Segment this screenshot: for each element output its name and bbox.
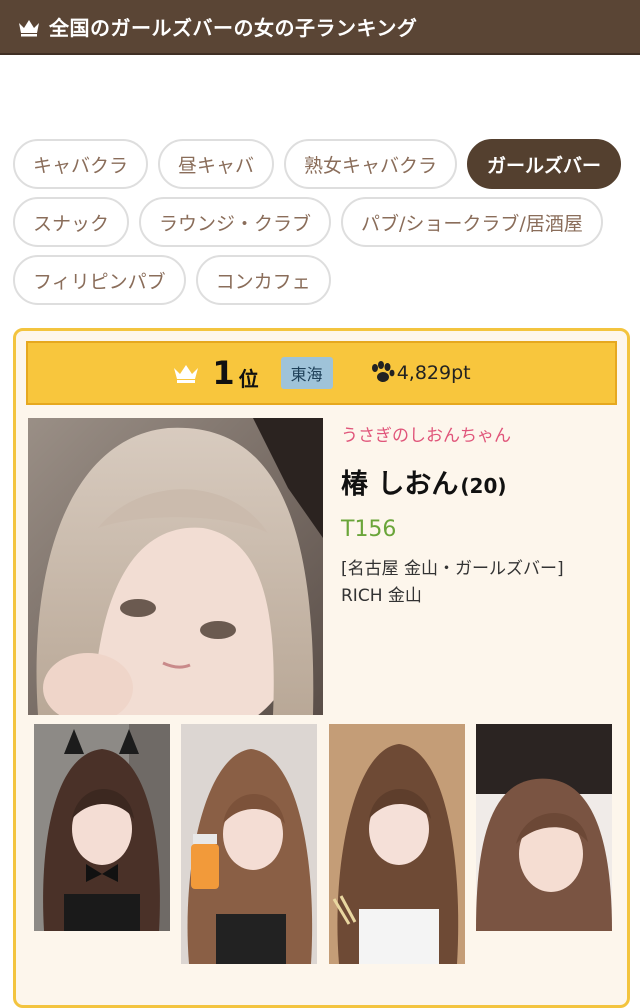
category-chip-concept-cafe[interactable]: コンカフェ	[195, 255, 331, 305]
page-header: 全国のガールズバーの女の子ランキング	[0, 0, 640, 55]
shop-name[interactable]: RICH 金山	[341, 583, 621, 610]
catchphrase: うさぎのしおんちゃん	[341, 426, 511, 446]
category-chip-girls-bar[interactable]: ガールズバー	[467, 139, 622, 189]
category-chip-mature-cabaret[interactable]: 熟女キャバクラ	[284, 139, 458, 189]
category-chip-pub-show-izakaya[interactable]: パブ/ショークラブ/居酒屋	[341, 197, 603, 247]
girl-height: T156	[341, 517, 397, 542]
category-filter: キャバクラ 昼キャバ 熟女キャバクラ ガールズバー スナック ラウンジ・クラブ …	[13, 139, 628, 305]
region-badge: 東海	[280, 357, 333, 389]
main-photo[interactable]	[28, 418, 323, 715]
category-chip-lounge-club[interactable]: ラウンジ・クラブ	[139, 197, 332, 247]
gallery-photo[interactable]	[329, 724, 465, 964]
crown-icon	[17, 17, 41, 37]
category-chip-snack[interactable]: スナック	[13, 197, 130, 247]
girl-age: (20)	[460, 474, 507, 498]
crown-icon	[172, 362, 200, 384]
shop-area: [名古屋 金山・ガールズバー]	[341, 559, 564, 579]
gallery-photo[interactable]	[181, 724, 317, 964]
category-chip-day-cabaret[interactable]: 昼キャバ	[158, 139, 275, 189]
category-chip-philippine-pub[interactable]: フィリピンパブ	[13, 255, 186, 305]
photo-gallery	[34, 724, 624, 969]
girl-name[interactable]: 椿 しおん	[341, 462, 458, 501]
gallery-photo[interactable]	[34, 724, 170, 931]
girl-info: うさぎのしおんちゃん 椿 しおん (20) T156 [名古屋 金山・ガールズバ…	[341, 421, 621, 610]
rank-suffix: 位	[238, 366, 259, 391]
rank-bar: 1 位 東海 4,829pt	[26, 341, 617, 405]
gallery-photo[interactable]	[476, 724, 612, 931]
rank-number: 1	[212, 354, 235, 392]
category-chip-cabaret[interactable]: キャバクラ	[13, 139, 149, 189]
page-title: 全国のガールズバーの女の子ランキング	[49, 16, 418, 40]
ranking-card[interactable]: 1 位 東海 4,829pt うさぎのしおんちゃん 椿 しおん (20) T15…	[13, 328, 630, 1008]
points-value: 4,829pt	[396, 362, 471, 384]
paw-icon	[369, 361, 395, 385]
